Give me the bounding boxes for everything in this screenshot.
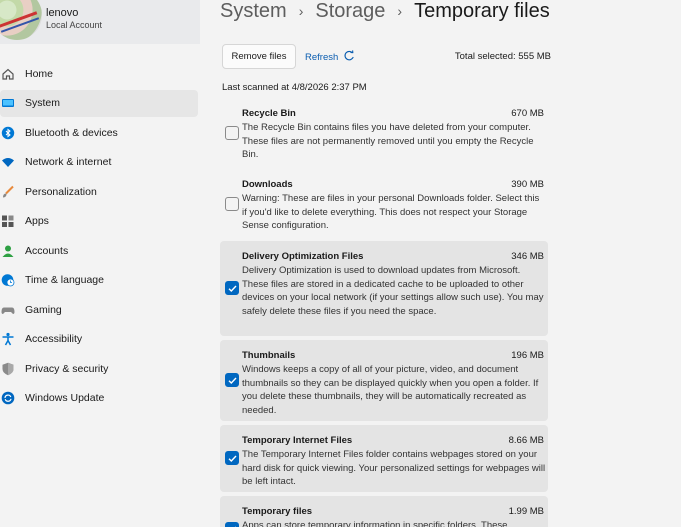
checkbox[interactable] [225,197,239,211]
gamepad-icon [1,303,15,317]
sidebar-item-network[interactable]: Network & internet [0,149,198,176]
network-icon [1,155,15,169]
sidebar-item-personalization[interactable]: Personalization [0,178,198,205]
profile-account-type: Local Account [46,20,103,30]
sidebar-item-bluetooth[interactable]: Bluetooth & devices [0,119,198,146]
breadcrumb-system[interactable]: System [220,0,287,23]
list-item[interactable]: Recycle Bin 670 MB The Recycle Bin conta… [220,98,548,164]
bluetooth-icon [1,126,15,140]
item-title: Temporary files [242,506,313,517]
profile-name: lenovo [46,7,79,19]
list-item[interactable]: Thumbnails 196 MB Windows keeps a copy o… [220,340,548,421]
breadcrumb: System › Storage › Temporary files [220,0,550,24]
accessibility-icon [1,332,15,346]
item-size: 670 MB [511,108,544,119]
item-description: Warning: These are files in your persona… [242,193,540,231]
system-icon [1,96,15,110]
sidebar-item-accounts[interactable]: Accounts [0,237,198,264]
sidebar-item-windows-update[interactable]: Windows Update [0,385,198,412]
sidebar-item-label: System [25,97,61,109]
accounts-icon [1,244,15,258]
brush-icon [1,185,15,199]
sidebar-item-label: Gaming [25,303,62,316]
checkbox[interactable] [225,522,239,527]
sidebar-item-label: Bluetooth & devices [25,126,118,139]
home-icon [1,67,15,81]
last-scanned: Last scanned at 4/8/2026 2:37 PM [222,82,367,93]
update-icon [1,391,15,405]
breadcrumb-separator: › [397,3,403,19]
sidebar-item-accessibility[interactable]: Accessibility [0,326,198,353]
item-title: Thumbnails [242,350,296,361]
profile-card[interactable]: lenovo Local Account [0,0,200,44]
sidebar: lenovo Local Account Home System Bluetoo… [0,0,205,527]
item-size: 8.66 MB [508,435,544,446]
list-item[interactable]: Temporary files 1.99 MB Apps can store t… [220,496,548,527]
avatar [0,0,42,40]
item-size: 196 MB [511,350,544,361]
breadcrumb-separator: › [298,3,304,19]
sidebar-item-label: Accessibility [25,333,83,345]
checkbox[interactable] [225,451,239,465]
checkbox[interactable] [225,126,239,140]
globe-clock-icon [1,273,15,287]
sidebar-item-system[interactable]: System [0,89,198,117]
checkbox[interactable] [225,281,239,295]
sidebar-item-label: Time & language [25,274,104,286]
sidebar-item-label: Windows Update [25,392,105,404]
refresh-icon [343,50,355,65]
sidebar-item-label: Accounts [25,244,69,257]
sidebar-item-label: Privacy & security [25,362,109,375]
total-selected: Total selected: 555 MB [454,51,551,62]
sidebar-item-home[interactable]: Home [0,60,198,87]
page-title: Temporary files [414,0,550,22]
item-title: Recycle Bin [242,108,296,119]
item-description: Windows keeps a copy of all of your pict… [242,364,539,416]
item-title: Temporary Internet Files [242,435,353,446]
sidebar-item-time-language[interactable]: Time & language [0,267,198,294]
sidebar-item-privacy[interactable]: Privacy & security [0,355,198,382]
checkbox[interactable] [225,373,239,387]
list-item[interactable]: Temporary Internet Files 8.66 MB The Tem… [220,425,548,492]
list-item[interactable]: Downloads 390 MB Warning: These are file… [220,169,548,235]
sidebar-item-apps[interactable]: Apps [0,208,198,235]
refresh-button[interactable]: Refresh [305,50,355,65]
sidebar-item-label: Network & internet [25,156,112,168]
refresh-label: Refresh [305,52,339,63]
item-description: Apps can store temporary information in … [242,520,508,527]
sidebar-item-gaming[interactable]: Gaming [0,296,198,323]
item-title: Delivery Optimization Files [242,251,364,262]
item-size: 1.99 MB [508,506,544,517]
item-size: 346 MB [511,251,544,262]
breadcrumb-storage[interactable]: Storage [315,0,385,23]
sidebar-item-label: Home [25,67,54,80]
item-description: The Recycle Bin contains files you have … [242,122,534,160]
item-description: Delivery Optimization is used to downloa… [242,265,544,317]
sidebar-item-label: Personalization [25,185,97,198]
item-size: 390 MB [511,179,544,190]
list-item[interactable]: Delivery Optimization Files 346 MB Deliv… [220,241,548,336]
shield-icon [1,362,15,376]
toolbar: Remove files Refresh Total selected: 555… [222,44,552,70]
apps-icon [1,214,15,228]
item-description: The Temporary Internet Files folder cont… [242,449,546,487]
item-title: Downloads [242,179,293,190]
remove-files-button[interactable]: Remove files [222,44,296,69]
sidebar-nav: Home System Bluetooth & devices Network … [0,60,200,414]
sidebar-item-label: Apps [25,215,49,227]
